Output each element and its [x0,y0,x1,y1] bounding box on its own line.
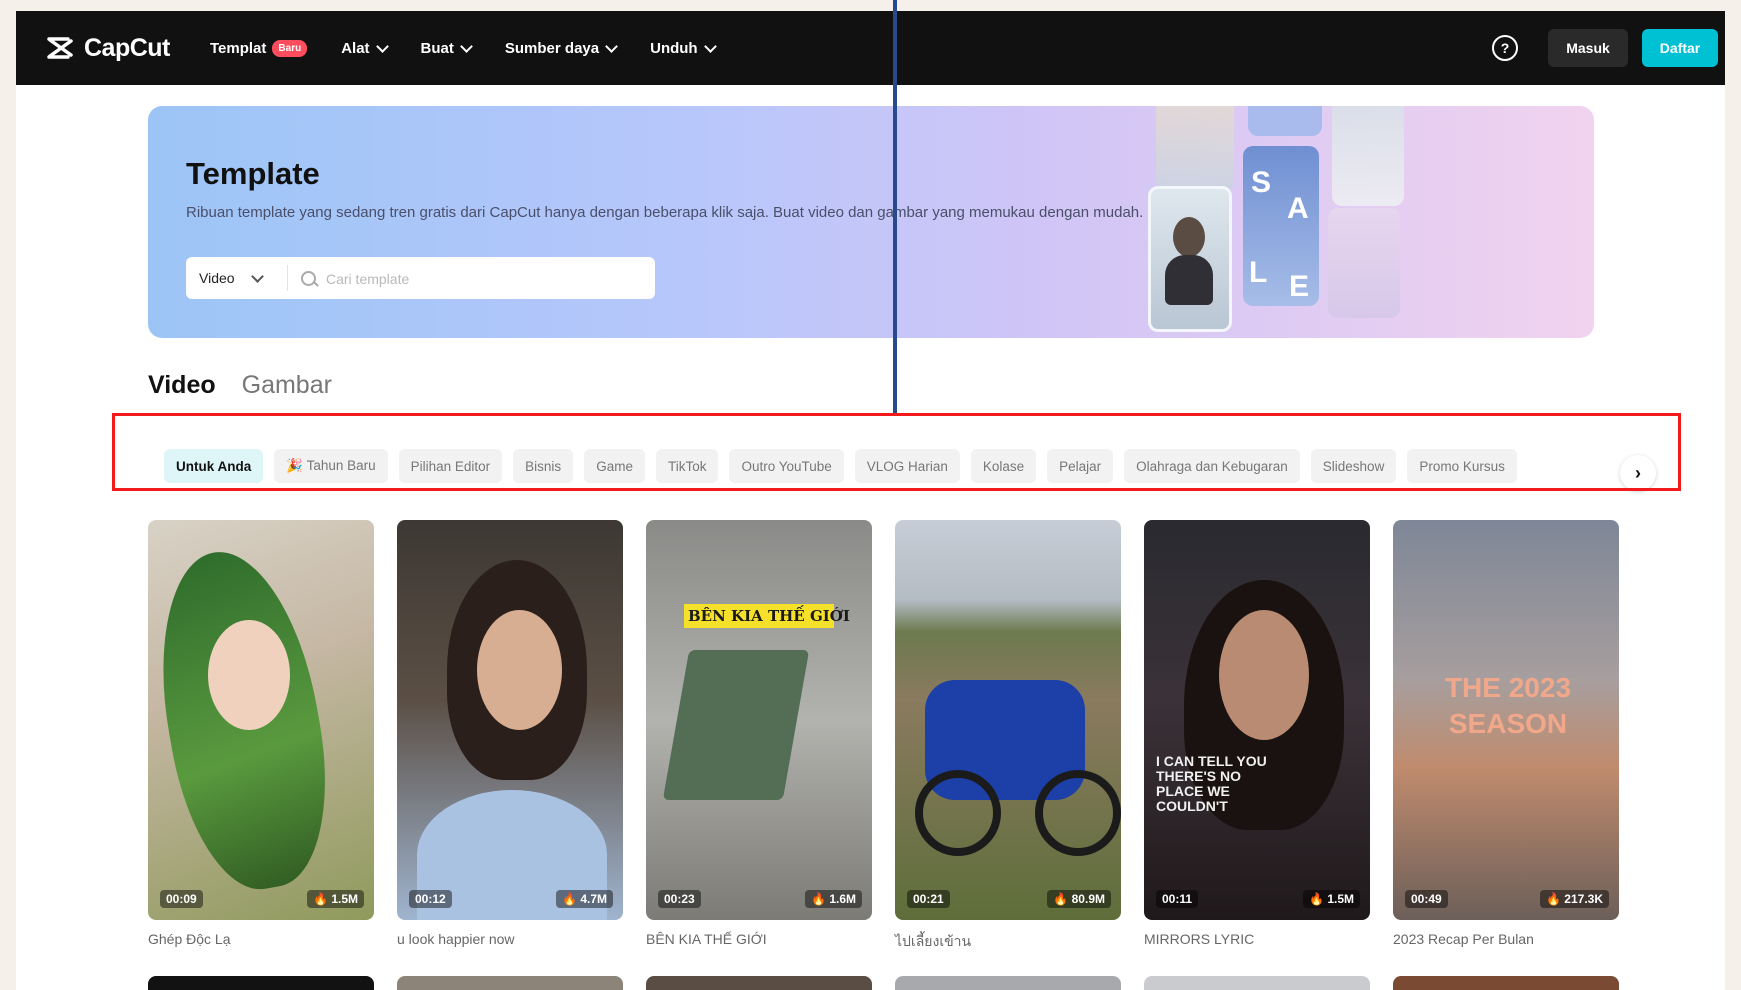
template-thumbnail: THE 2023 SEASON 00:49 🔥 217.3K [1393,520,1619,920]
chevron-down-icon [460,39,473,53]
usage-count: 🔥 80.9M [1047,890,1111,908]
hero-title: Template [186,156,320,191]
template-card[interactable]: 00:12 🔥 4.7M u look happier now [397,520,623,947]
hero-description: Ribuan template yang sedang tren gratis … [186,204,1144,221]
decor-body [1165,255,1213,305]
duration-label: 00:49 [1405,890,1448,908]
decor-card [1328,208,1400,318]
template-card[interactable]: THE 2023 SEASON 00:49 🔥 217.3K 2023 Reca… [1393,520,1619,947]
decor-card [1148,186,1232,332]
usage-count: 🔥 4.7M [556,890,613,908]
annotation-highlight-box [112,413,1681,491]
annotation-line [893,0,897,414]
decor-letter-s: S [1251,166,1272,199]
nav-item-label: Alat [341,39,370,57]
overlay-caption: I CAN TELL YOU THERE'S NO PLACE WE COULD… [1156,753,1267,814]
login-button[interactable]: Masuk [1548,29,1628,67]
template-thumbnail-peek[interactable] [895,976,1121,990]
duration-label: 00:09 [160,890,203,908]
template-thumbnail: BÊN KIA THẾ GIỚI 00:23 🔥 1.6M [646,520,872,920]
hero-banner: Template Ribuan template yang sedang tre… [148,106,1594,338]
overlay-caption: THE 2023 SEASON [1444,672,1572,739]
hole-shape [662,650,810,800]
question-circle-icon[interactable]: ? [1492,35,1518,61]
signup-button[interactable]: Daftar [1642,29,1718,67]
decor-face [1173,217,1205,257]
duration-label: 00:12 [409,890,452,908]
usage-count: 🔥 1.5M [1303,890,1360,908]
template-thumbnail: 00:12 🔥 4.7M [397,520,623,920]
template-thumbnail-peek[interactable] [1144,976,1370,990]
template-thumbnail-peek[interactable] [1393,976,1619,990]
nav-item-unduh[interactable]: Unduh [650,39,717,57]
decor-letter-a: A [1287,192,1309,225]
nav-item-label: Templat [210,39,267,57]
nav-menu: Templat Baru Alat Buat Sumber daya Unduh [210,11,749,85]
usage-count: 🔥 1.5M [307,890,364,908]
template-thumbnail: I CAN TELL YOU THERE'S NO PLACE WE COULD… [1144,520,1370,920]
nav-item-alat[interactable]: Alat [341,39,389,57]
wheel-front [915,770,1001,856]
template-thumbnail-peek[interactable] [397,976,623,990]
duration-label: 00:11 [1156,890,1199,908]
search-icon [301,271,316,286]
duration-label: 00:21 [907,890,950,908]
nav-item-label: Buat [420,39,454,57]
tab-gambar[interactable]: Gambar [242,371,332,400]
nav-item-label: Sumber daya [504,39,600,57]
template-card[interactable]: I CAN TELL YOU THERE'S NO PLACE WE COULD… [1144,520,1370,947]
nav-item-templat[interactable]: Templat Baru [210,39,308,57]
usage-count: 🔥 1.6M [805,890,862,908]
template-title: ไปเลี้ยงเข้าน [895,933,972,949]
search-type-select[interactable]: Video [199,257,264,299]
wheel-rear [1035,770,1121,856]
face-shape [208,620,290,730]
template-card[interactable]: 00:21 🔥 80.9M ไปเลี้ยงเข้าน [895,520,1121,953]
brand-name: CapCut [84,33,170,62]
decor-card [1248,106,1322,136]
decor-card: S A L E [1243,146,1319,306]
decor-letter-l: L [1249,256,1268,289]
face-shape [1219,610,1309,740]
search-type-value: Video [199,270,235,286]
template-card[interactable]: 00:09 🔥 1.5M Ghép Độc Lạ [148,520,374,947]
tab-video[interactable]: Video [148,371,216,400]
template-search-bar: Video [186,257,655,299]
template-title: u look happier now [397,931,515,947]
chevron-down-icon [605,39,618,53]
chevron-down-icon [375,39,389,53]
content-type-tabs: Video Gambar [148,371,332,400]
overlay-caption: BÊN KIA THẾ GIỚI [688,607,850,625]
new-badge: Baru [272,39,308,57]
hero-decorative-cards: S A L E [1148,106,1448,338]
page: CapCut Templat Baru Alat Buat Sumber day… [16,11,1725,990]
chevron-down-icon [703,39,717,53]
chevron-down-icon [250,269,264,283]
template-thumbnail-peek[interactable] [148,976,374,990]
template-title: 2023 Recap Per Bulan [1393,931,1534,947]
nav-item-label: Unduh [650,39,698,57]
nav-item-buat[interactable]: Buat [420,39,473,57]
usage-count: 🔥 217.3K [1540,890,1609,908]
decor-card [1156,106,1234,192]
template-title: Ghép Độc Lạ [148,931,231,947]
template-title: BÊN KIA THẾ GIỚI [646,931,767,947]
template-thumbnail: 00:09 🔥 1.5M [148,520,374,920]
decor-letter-e: E [1289,270,1310,303]
duration-label: 00:23 [658,890,701,908]
template-title: MIRRORS LYRIC [1144,931,1255,947]
face-shape [477,610,562,730]
capcut-logo-icon [47,37,73,59]
template-card[interactable]: BÊN KIA THẾ GIỚI 00:23 🔥 1.6M BÊN KIA TH… [646,520,872,947]
search-input[interactable] [324,267,638,291]
decor-card [1332,106,1404,206]
top-nav: CapCut Templat Baru Alat Buat Sumber day… [16,11,1725,85]
nav-item-sumber-daya[interactable]: Sumber daya [504,39,618,57]
template-thumbnail: 00:21 🔥 80.9M [895,520,1121,920]
divider [287,265,288,291]
capcut-logo[interactable]: CapCut [46,33,170,63]
template-thumbnail-peek[interactable] [646,976,872,990]
